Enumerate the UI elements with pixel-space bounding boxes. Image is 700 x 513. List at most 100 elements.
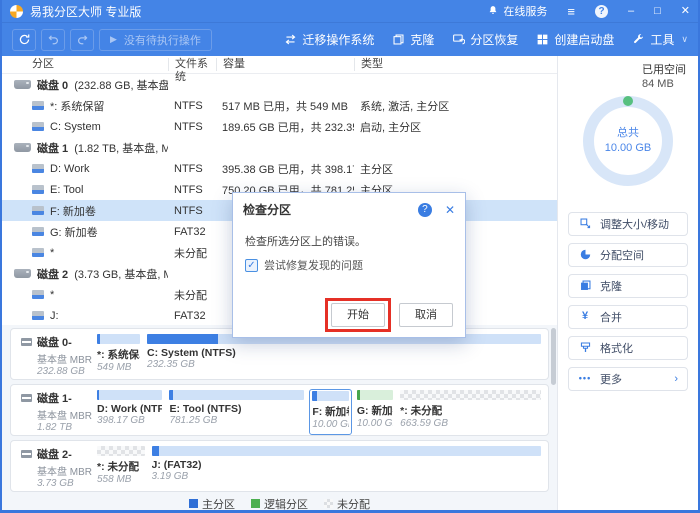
toolbar-create-boot-disk-label: 创建启动盘 <box>554 31 614 48</box>
checkbox-row: ✓ 尝试修复发现的问题 <box>233 255 465 275</box>
dialog-title: 检查分区 <box>243 201 418 218</box>
partition-name: G: 新加卷 <box>50 224 98 240</box>
menu-icon[interactable]: ≡ <box>567 5 575 18</box>
partition-block-label: *: 系统保... <box>97 347 140 362</box>
undo-icon <box>47 33 60 46</box>
disk-map-size: 1.82 TB <box>21 422 92 433</box>
disk-icon <box>14 80 31 89</box>
fix-errors-checkbox[interactable]: ✓ <box>245 259 258 272</box>
sidebar-button-merge[interactable]: ¥合并 <box>568 305 688 329</box>
disk-map-info[interactable]: 磁盘 1-基本盘 MBR1.82 TB <box>11 385 92 435</box>
partition-block[interactable]: G: 新加卷...10.00 GB <box>355 389 395 435</box>
used-space-label: 已用空间 <box>642 64 686 78</box>
toolbar-partition-recovery-button[interactable]: 分区恢复 <box>452 31 518 48</box>
capacity-donut: 总共 10.00 GB <box>583 96 673 186</box>
used-space-value: 84 MB <box>642 78 686 92</box>
pie-icon <box>578 248 592 261</box>
cancel-button[interactable]: 取消 <box>399 303 453 327</box>
toolbar-migrate-os-button[interactable]: 迁移操作系统 <box>284 31 374 48</box>
cell-type: 主分区 <box>354 161 557 177</box>
redo-button[interactable] <box>70 29 94 51</box>
partition-block-size: 10.00 GB <box>357 418 393 429</box>
cell-filesystem: NTFS <box>168 121 216 133</box>
disk-row[interactable]: 磁盘 0(232.88 GB, 基本盘, MBR 磁盘) <box>2 74 557 95</box>
disk-name: 磁盘 1 <box>37 140 68 156</box>
collapse-icon[interactable] <box>21 450 32 458</box>
disk-map-type: 基本盘 MBR <box>21 407 92 422</box>
legend-swatch-unalloc <box>324 499 333 508</box>
undo-button[interactable] <box>41 29 65 51</box>
pending-operations-label: 没有待执行操作 <box>124 32 201 48</box>
partition-icon <box>32 185 44 194</box>
partition-block[interactable]: F: 新加卷...10.00 GB <box>309 389 352 435</box>
disk-info: (232.88 GB, 基本盘, MBR 磁盘) <box>74 77 168 93</box>
partition-block[interactable]: D: Work (NTFS)398.17 GB <box>95 389 164 435</box>
format-icon <box>578 341 592 354</box>
cell-type: 系统, 激活, 主分区 <box>354 98 557 114</box>
partition-row[interactable]: *: 系统保留 NTFS517 MB 已用，共 549 MB系统, 激活, 主分区 <box>2 95 557 116</box>
minimize-button[interactable]: – <box>628 6 634 17</box>
maximize-button[interactable]: □ <box>654 6 661 17</box>
toolbar-actions: 迁移操作系统 克隆 分区恢复 创建启动盘 工具∨ <box>284 31 688 48</box>
partition-block-size: 232.35 GB <box>147 359 541 370</box>
disk-icon <box>14 269 31 278</box>
clone-icon <box>392 33 405 46</box>
refresh-button[interactable] <box>12 29 36 51</box>
sidebar-button-allocate-space[interactable]: 分配空间 <box>568 243 688 267</box>
partition-block[interactable]: *: 系统保...549 MB <box>95 333 142 379</box>
sidebar-button-more[interactable]: •••更多› <box>568 367 688 391</box>
app-title: 易我分区大师 专业版 <box>30 3 141 20</box>
partition-name: *: 系统保留 <box>50 98 104 114</box>
chevron-down-icon: ∨ <box>681 34 688 45</box>
start-button[interactable]: 开始 <box>331 303 385 327</box>
cell-filesystem: NTFS <box>168 100 216 112</box>
scrollbar-thumb[interactable] <box>551 328 556 385</box>
disk-map-card: 磁盘 1-基本盘 MBR1.82 TBD: Work (NTFS)398.17 … <box>10 384 549 436</box>
online-service-label: 在线服务 <box>503 3 547 19</box>
online-service-button[interactable]: 在线服务 <box>487 3 547 19</box>
disk-map-info[interactable]: 磁盘 0-基本盘 MBR232.88 GB <box>11 329 92 379</box>
collapse-icon[interactable] <box>21 338 32 346</box>
partition-block[interactable]: J: (FAT32)3.19 GB <box>150 445 543 491</box>
legend-swatch-primary <box>189 499 198 508</box>
partition-block-size: 558 MB <box>97 474 145 485</box>
toolbar-tools-button[interactable]: 工具∨ <box>632 31 688 48</box>
cell-capacity: 395.38 GB 已用，共 398.17 GB <box>216 161 354 177</box>
cell-capacity: 189.65 GB 已用，共 232.35 GB <box>216 119 354 135</box>
cell-filesystem: 未分配 <box>168 287 216 303</box>
header-filesystem: 文件系统 <box>168 58 216 71</box>
dialog-close-icon[interactable]: ✕ <box>445 203 455 217</box>
partition-row[interactable]: C: SystemNTFS189.65 GB 已用，共 232.35 GB启动,… <box>2 116 557 137</box>
disk-map-name: 磁盘 1- <box>37 390 72 406</box>
toolbar-clone-button[interactable]: 克隆 <box>392 31 434 48</box>
dialog-help-icon[interactable]: ? <box>418 203 432 217</box>
sidebar-buttons: 调整大小/移动分配空间克隆 ¥合并格式化 •••更多› <box>568 212 688 391</box>
cell-capacity: 517 MB 已用，共 549 MB <box>216 98 354 114</box>
close-button[interactable]: ✕ <box>681 6 690 17</box>
disk-map-info[interactable]: 磁盘 2-基本盘 MBR3.73 GB <box>11 441 92 491</box>
merge-icon: ¥ <box>578 311 592 322</box>
sidebar-button-resize-move[interactable]: 调整大小/移动 <box>568 212 688 236</box>
partition-block[interactable]: E: Tool (NTFS)781.25 GB <box>167 389 306 435</box>
cell-filesystem: 未分配 <box>168 245 216 261</box>
sidebar: 已用空间 84 MB 总共 10.00 GB 调整大小/移动分配空间克隆 ¥合并格… <box>557 56 698 510</box>
legend-swatch-logical <box>251 499 260 508</box>
partition-icon <box>32 101 44 110</box>
pending-operations-button[interactable]: ▶ 没有待执行操作 <box>99 29 212 51</box>
partition-icon <box>32 227 44 236</box>
toolbar: ▶ 没有待执行操作 迁移操作系统 克隆 分区恢复 创建启动盘 工具∨ <box>2 22 698 56</box>
redo-icon <box>76 33 89 46</box>
help-icon[interactable]: ? <box>595 5 608 18</box>
sidebar-button-clone[interactable]: 克隆 <box>568 274 688 298</box>
partition-block[interactable]: C: System (NTFS)232.35 GB <box>145 333 543 379</box>
collapse-icon[interactable] <box>21 394 32 402</box>
sidebar-button-format[interactable]: 格式化 <box>568 336 688 360</box>
disk-row[interactable]: 磁盘 1(1.82 TB, 基本盘, MBR 磁盘) <box>2 137 557 158</box>
partition-block-label: E: Tool (NTFS) <box>169 403 304 415</box>
partition-row[interactable]: D: WorkNTFS395.38 GB 已用，共 398.17 GB主分区 <box>2 158 557 179</box>
tools-icon <box>632 33 645 46</box>
migrate-icon <box>284 33 297 46</box>
toolbar-create-boot-disk-button[interactable]: 创建启动盘 <box>536 31 614 48</box>
partition-block[interactable]: *: 未分配663.59 GB <box>398 389 543 435</box>
partition-block[interactable]: *: 未分配558 MB <box>95 445 147 491</box>
